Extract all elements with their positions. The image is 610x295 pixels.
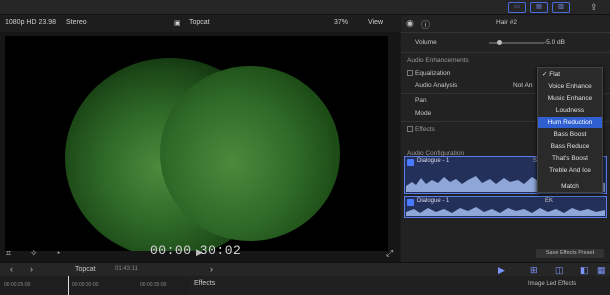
equalization-checkbox[interactable] bbox=[407, 70, 413, 76]
volume-value[interactable]: -5.0 dB bbox=[544, 37, 565, 48]
audio-skimming-icon[interactable]: ◫ bbox=[555, 265, 564, 276]
layout-button-2[interactable]: ▤ bbox=[530, 2, 548, 13]
view-menu[interactable]: View bbox=[368, 19, 383, 26]
effects-checkbox[interactable] bbox=[407, 126, 413, 132]
clip-2-name: Dialogue - 1 bbox=[417, 198, 450, 204]
menu-item-music-enhance[interactable]: Music Enhance bbox=[538, 93, 602, 104]
layout-button-3[interactable]: ▥ bbox=[552, 2, 570, 13]
timecode-display: 00:00 30:02 bbox=[150, 243, 242, 258]
project-name[interactable]: Topcat bbox=[75, 266, 96, 273]
next-arrow-icon[interactable]: › bbox=[210, 264, 213, 274]
layout-button-1[interactable]: ▭ bbox=[508, 2, 526, 13]
audio-analysis-value: Not An bbox=[513, 82, 533, 89]
zoom-menu[interactable]: 37% bbox=[334, 19, 348, 26]
ruler-label-start: 00:00:25:00 bbox=[4, 282, 31, 288]
top-toolbar: ▭ ▤ ▥ ⇪ bbox=[0, 0, 610, 15]
effects-browser: Effects Image Led Effects bbox=[190, 276, 610, 295]
menu-item-bass-reduce[interactable]: Bass Reduce bbox=[538, 141, 602, 152]
clip-2-waveform bbox=[406, 207, 605, 216]
clip-1-name: Dialogue - 1 bbox=[417, 158, 450, 164]
track-title: Hair #2 bbox=[496, 19, 517, 26]
menu-item-voice-enhance[interactable]: Voice Enhance bbox=[538, 81, 602, 92]
film-icon: ▣ bbox=[174, 20, 181, 27]
forward-arrow-icon[interactable]: › bbox=[30, 264, 33, 274]
installed-effects-label[interactable]: Image Led Effects bbox=[528, 281, 576, 287]
viewer-panel: 1080p HD 23.98 Stereo ▣ Topcat 37% View … bbox=[0, 15, 400, 262]
timeline-ruler[interactable]: 00:00:25:00 00:00:30:00 00:00:35:00 bbox=[0, 276, 190, 295]
video-frame[interactable] bbox=[5, 36, 388, 251]
menu-item-loudness[interactable]: Loudness bbox=[538, 105, 602, 116]
audio-enhancements-header[interactable]: Audio Enhancements bbox=[401, 55, 610, 66]
timeline-toolbar: ‹ › Topcat 01:43:11 › ▶ ⊞ ◫ ◧ ▦ bbox=[0, 262, 610, 276]
equalization-menu[interactable]: ✓ Flat Voice Enhance Music Enhance Loudn… bbox=[537, 67, 603, 193]
volume-label: Volume bbox=[415, 39, 437, 46]
menu-item-treble-reduce[interactable]: Treble And Ice bbox=[538, 165, 602, 176]
playhead[interactable] bbox=[68, 276, 69, 295]
effects-browser-icon[interactable]: ▦ bbox=[597, 265, 606, 276]
menu-item-hum-reduction[interactable]: Hum Reduction bbox=[538, 117, 602, 128]
viewer-header: 1080p HD 23.98 Stereo ▣ Topcat 37% View bbox=[0, 15, 400, 32]
solo-icon[interactable]: ◧ bbox=[580, 265, 589, 276]
pan-label: Pan bbox=[415, 97, 427, 104]
info-tab-icon[interactable]: ⓘ bbox=[421, 18, 430, 31]
speed-icon[interactable]: ◔ bbox=[55, 248, 60, 258]
menu-item-treble-boost[interactable]: That's Boost bbox=[538, 153, 602, 164]
audio-clip-2[interactable]: Dialogue - 1 EK bbox=[404, 196, 607, 218]
volume-row: Volume -5.0 dB bbox=[401, 37, 610, 48]
menu-item-match[interactable]: Match bbox=[538, 181, 602, 192]
clip-1-checkbox[interactable] bbox=[407, 159, 414, 166]
transform-icon[interactable]: ⌗ bbox=[6, 248, 11, 259]
enhance-icon[interactable]: ✧ bbox=[30, 248, 38, 259]
clip-name: Topcat bbox=[189, 19, 210, 26]
back-arrow-icon[interactable]: ‹ bbox=[10, 264, 13, 274]
audio-tab-icon[interactable]: ◉ bbox=[406, 18, 414, 29]
volume-slider[interactable] bbox=[489, 40, 544, 45]
share-icon[interactable]: ⇪ bbox=[590, 2, 598, 13]
effects-title: Effects bbox=[194, 280, 216, 287]
clip-appearance-icon[interactable]: ▶ bbox=[498, 265, 505, 276]
night-vision-lens-right bbox=[160, 66, 340, 241]
save-effects-preset-button[interactable]: Save Effects Preset bbox=[536, 249, 604, 258]
ruler-label-end: 00:00:35:00 bbox=[140, 282, 167, 288]
ruler-label-mid: 00:00:30:00 bbox=[72, 282, 99, 288]
snapping-icon[interactable]: ⊞ bbox=[530, 265, 538, 276]
clip-2-badge: EK bbox=[545, 198, 554, 204]
equalization-label: Equalization bbox=[415, 70, 451, 77]
audio-analysis-label: Audio Analysis bbox=[415, 82, 458, 89]
format-label: 1080p HD 23.98 bbox=[5, 19, 56, 26]
menu-item-flat[interactable]: ✓ Flat bbox=[538, 69, 602, 80]
project-duration: 01:43:11 bbox=[115, 266, 138, 272]
mode-label: Mode bbox=[415, 110, 432, 117]
fullscreen-icon[interactable]: ⤢ bbox=[386, 248, 393, 259]
audio-format-label: Stereo bbox=[66, 19, 87, 26]
menu-item-bass-boost[interactable]: Bass Boost bbox=[538, 129, 602, 140]
